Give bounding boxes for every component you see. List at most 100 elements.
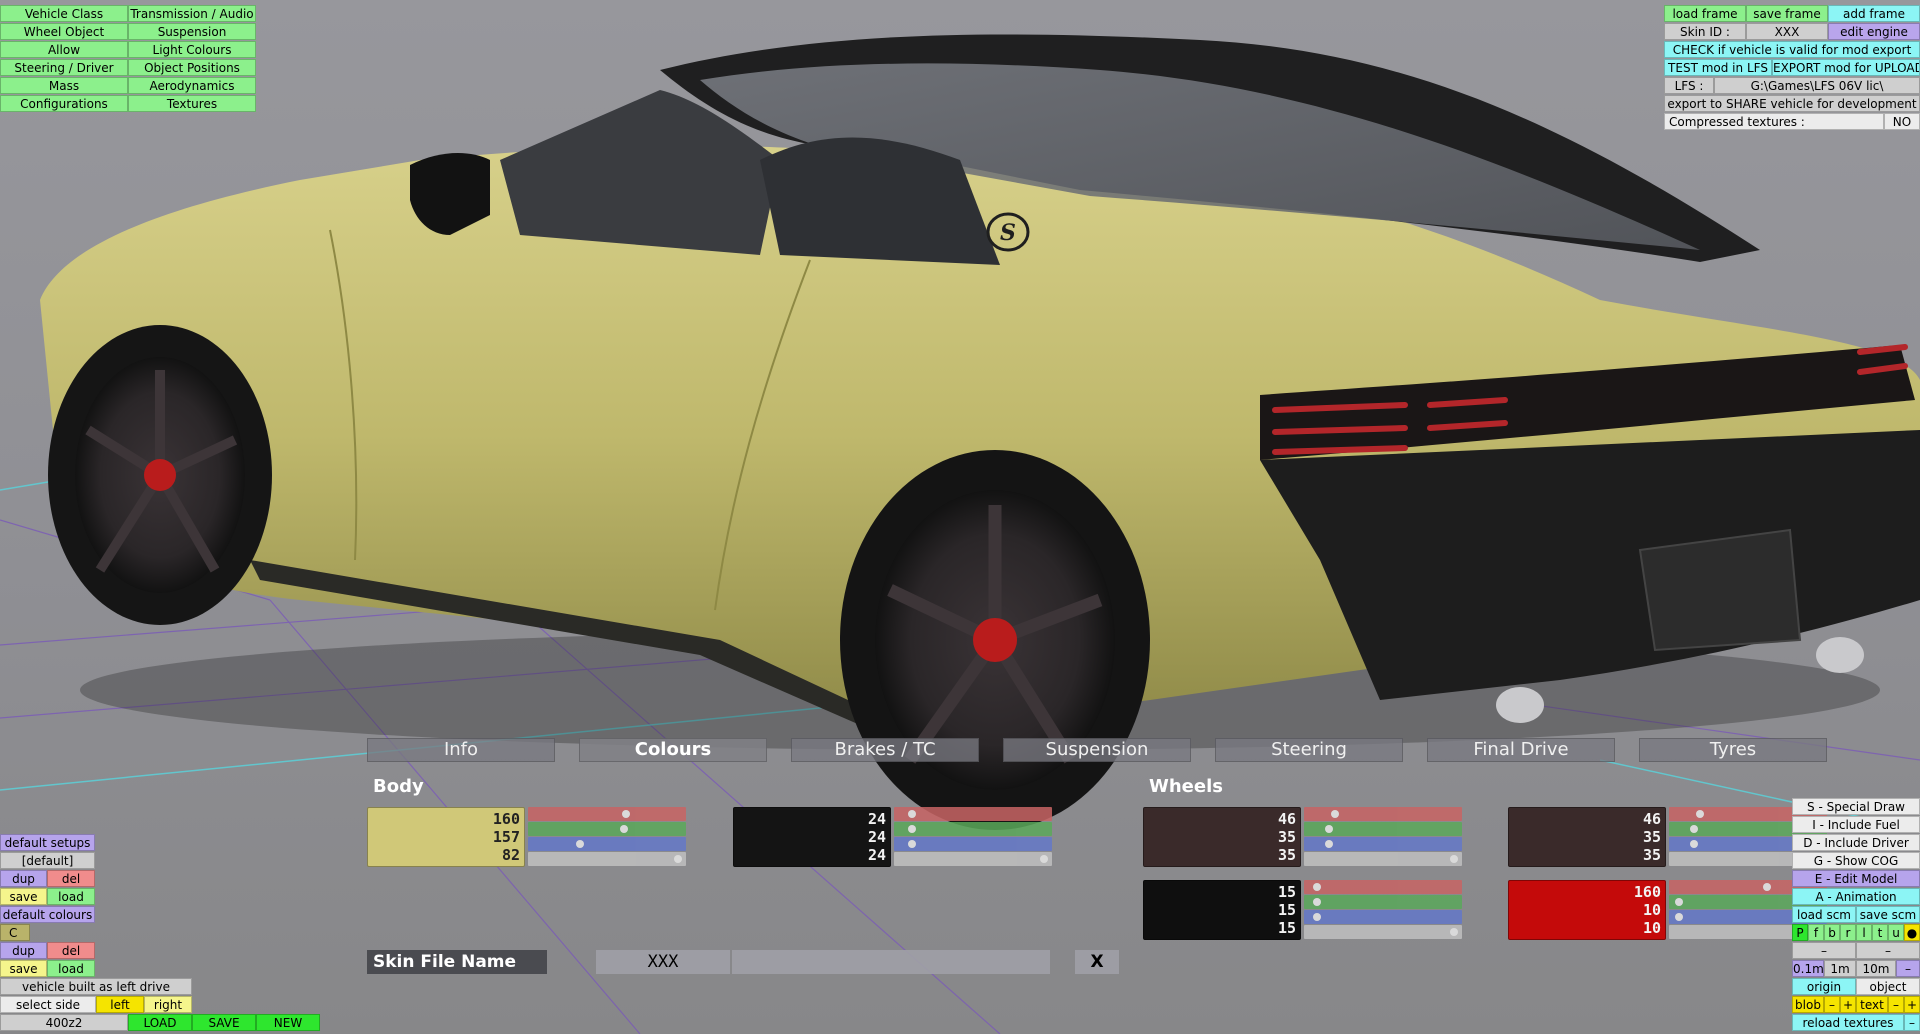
del-setup-button[interactable]: del <box>47 870 95 887</box>
wheel-colour-a-slider-knob[interactable] <box>1450 855 1458 863</box>
save-vehicle-button[interactable]: SAVE <box>192 1014 256 1031</box>
step-10m-button[interactable]: 10m <box>1856 960 1896 977</box>
view-letter-l[interactable]: l <box>1856 924 1872 941</box>
export-mod-button[interactable]: EXPORT mod for UPLOAD <box>1772 59 1920 76</box>
menu-item-aerodynamics[interactable]: Aerodynamics <box>128 77 256 94</box>
include-driver-toggle[interactable]: D - Include Driver <box>1792 834 1920 851</box>
body-secondary-colour-slider-r[interactable] <box>894 807 1052 821</box>
reload-textures-button[interactable]: reload textures <box>1792 1014 1904 1031</box>
new-vehicle-button[interactable]: NEW <box>256 1014 320 1031</box>
body-secondary-colour-swatch[interactable]: 24 24 24 <box>733 807 891 867</box>
reload-minus-button[interactable]: – <box>1904 1014 1920 1031</box>
text-plus-button[interactable]: + <box>1904 996 1920 1013</box>
export-share-button[interactable]: export to SHARE vehicle for development <box>1664 95 1920 112</box>
wheel-colour-b-slider-knob[interactable] <box>1450 928 1458 936</box>
view-letter-dot[interactable]: ● <box>1904 924 1920 941</box>
body-secondary-colour-slider-b[interactable] <box>894 837 1052 851</box>
special-draw-toggle[interactable]: S - Special Draw <box>1792 798 1920 815</box>
wheel-colour-b-slider-b[interactable] <box>1304 910 1462 924</box>
menu-item-textures[interactable]: Textures <box>128 95 256 112</box>
menu-item-suspension[interactable]: Suspension <box>128 23 256 40</box>
tab-suspension[interactable]: Suspension <box>1003 738 1191 762</box>
tab-info[interactable]: Info <box>367 738 555 762</box>
lfs-path[interactable]: G:\Games\LFS 06V lic\ <box>1714 77 1920 94</box>
view-letter-u[interactable]: u <box>1888 924 1904 941</box>
wheel-colour-b-slider-r[interactable] <box>1304 880 1462 894</box>
save-colours-button[interactable]: save <box>0 960 47 977</box>
wheel-colour-d-swatch[interactable]: 160 10 10 <box>1508 880 1666 940</box>
wheel-colour-b-slider-alpha[interactable] <box>1304 925 1462 939</box>
left-side-button[interactable]: left <box>96 996 144 1013</box>
view-letter-r[interactable]: r <box>1840 924 1856 941</box>
body-main-colour-slider-alpha[interactable] <box>528 852 686 866</box>
show-cog-toggle[interactable]: G - Show COG <box>1792 852 1920 869</box>
body-secondary-colour-slider-alpha[interactable] <box>894 852 1052 866</box>
body-main-colour-slider-knob[interactable] <box>622 810 630 818</box>
tab-final-drive[interactable]: Final Drive <box>1427 738 1615 762</box>
menu-item-transmission-audio[interactable]: Transmission / Audio <box>128 5 256 22</box>
load-frame-button[interactable]: load frame <box>1664 5 1746 22</box>
menu-item-vehicle-class[interactable]: Vehicle Class <box>0 5 128 22</box>
body-main-colour-slider-r[interactable] <box>528 807 686 821</box>
body-secondary-colour-slider-knob[interactable] <box>1040 855 1048 863</box>
body-main-colour-slider-knob[interactable] <box>620 825 628 833</box>
text-minus-button[interactable]: – <box>1888 996 1904 1013</box>
blob-plus-button[interactable]: + <box>1840 996 1856 1013</box>
right-side-button[interactable]: right <box>144 996 192 1013</box>
animation-button[interactable]: A - Animation <box>1792 888 1920 905</box>
wheel-colour-b-slider-knob[interactable] <box>1313 913 1321 921</box>
menu-item-steering-driver[interactable]: Steering / Driver <box>0 59 128 76</box>
step-minus-button[interactable]: – <box>1896 960 1920 977</box>
wheel-colour-c-slider-knob[interactable] <box>1690 840 1698 848</box>
load-setup-button[interactable]: load <box>47 888 95 905</box>
wheel-colour-d-slider-knob[interactable] <box>1675 898 1683 906</box>
menu-item-configurations[interactable]: Configurations <box>0 95 128 112</box>
wheel-colour-a-slider-g[interactable] <box>1304 822 1462 836</box>
minus-left-button[interactable]: – <box>1792 942 1856 959</box>
save-frame-button[interactable]: save frame <box>1746 5 1828 22</box>
body-main-colour-slider-knob[interactable] <box>576 840 584 848</box>
vehicle-code[interactable]: 400z2 <box>0 1014 128 1031</box>
dup-setup-button[interactable]: dup <box>0 870 47 887</box>
add-frame-button[interactable]: add frame <box>1828 5 1920 22</box>
blob-button[interactable]: blob <box>1792 996 1824 1013</box>
skin-file-name-input[interactable] <box>732 950 1050 974</box>
wheel-colour-c-slider-knob[interactable] <box>1696 810 1704 818</box>
body-secondary-colour-slider-g[interactable] <box>894 822 1052 836</box>
load-scm-button[interactable]: load scm <box>1792 906 1856 923</box>
wheel-colour-a-slider-knob[interactable] <box>1325 840 1333 848</box>
colour-code-value[interactable]: C <box>0 924 30 941</box>
skin-clear-button[interactable]: X <box>1075 950 1119 974</box>
load-colours-button[interactable]: load <box>47 960 95 977</box>
minus-right-button[interactable]: – <box>1856 942 1920 959</box>
wheel-colour-b-slider-knob[interactable] <box>1313 883 1321 891</box>
tab-steering[interactable]: Steering <box>1215 738 1403 762</box>
wheel-colour-d-slider-knob[interactable] <box>1763 883 1771 891</box>
include-fuel-toggle[interactable]: I - Include Fuel <box>1792 816 1920 833</box>
step-01m-button[interactable]: 0.1m <box>1792 960 1824 977</box>
view-letter-t[interactable]: t <box>1872 924 1888 941</box>
edit-engine-button[interactable]: edit engine <box>1828 23 1920 40</box>
wheel-colour-a-slider-knob[interactable] <box>1325 825 1333 833</box>
object-button[interactable]: object <box>1856 978 1920 995</box>
view-letter-b[interactable]: b <box>1824 924 1840 941</box>
view-letter-P[interactable]: P <box>1792 924 1808 941</box>
skin-id-value[interactable]: XXX <box>1746 23 1828 40</box>
save-scm-button[interactable]: save scm <box>1856 906 1920 923</box>
wheel-colour-b-swatch[interactable]: 15 15 15 <box>1143 880 1301 940</box>
tab-brakes-tc[interactable]: Brakes / TC <box>791 738 979 762</box>
wheel-colour-a-slider-alpha[interactable] <box>1304 852 1462 866</box>
body-main-colour-slider-b[interactable] <box>528 837 686 851</box>
wheel-colour-b-slider-g[interactable] <box>1304 895 1462 909</box>
wheel-colour-a-swatch[interactable]: 46 35 35 <box>1143 807 1301 867</box>
wheel-colour-a-slider-b[interactable] <box>1304 837 1462 851</box>
menu-item-wheel-object[interactable]: Wheel Object <box>0 23 128 40</box>
view-letter-f[interactable]: f <box>1808 924 1824 941</box>
compressed-textures-value[interactable]: NO <box>1884 113 1920 130</box>
body-main-colour-swatch[interactable]: 160 157 82 <box>367 807 525 867</box>
body-secondary-colour-slider-knob[interactable] <box>908 825 916 833</box>
wheel-colour-c-swatch[interactable]: 46 35 35 <box>1508 807 1666 867</box>
body-secondary-colour-slider-knob[interactable] <box>908 840 916 848</box>
step-1m-button[interactable]: 1m <box>1824 960 1856 977</box>
wheel-colour-b-slider-knob[interactable] <box>1313 898 1321 906</box>
